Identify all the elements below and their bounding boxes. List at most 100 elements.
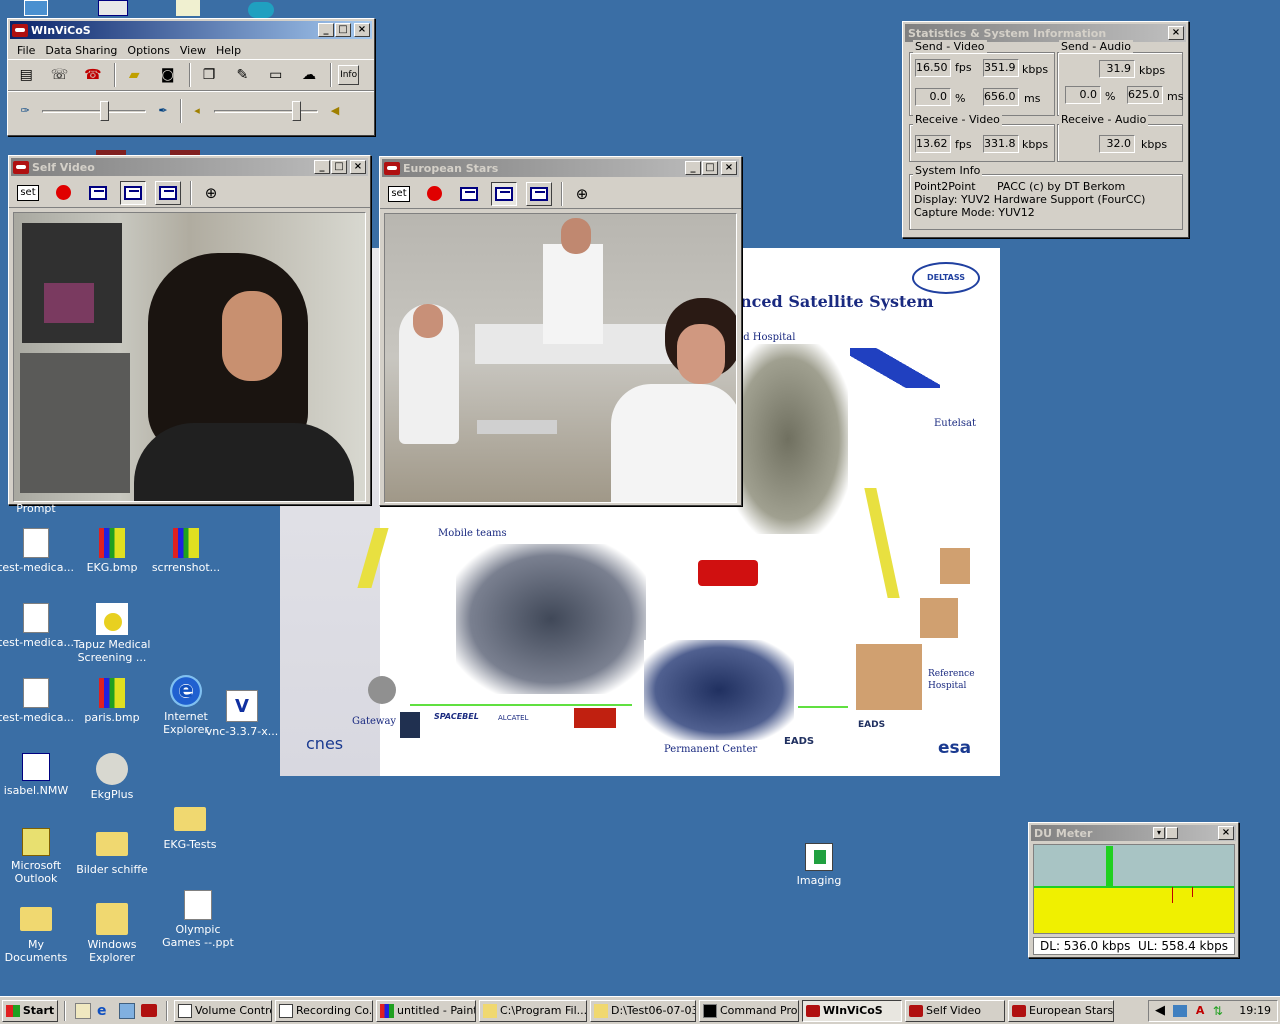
desktop-icon-ekgplus[interactable]: EkgPlus: [72, 753, 152, 801]
maximize-button[interactable]: □: [331, 160, 347, 174]
desktop-icon-outlook[interactable]: Microsoft Outlook: [0, 828, 76, 885]
frame-medium-button[interactable]: [491, 181, 517, 206]
close-button[interactable]: ×: [721, 161, 737, 175]
nurse-right-uniform: [611, 384, 736, 502]
whiteboard-icon[interactable]: ✎: [230, 63, 254, 87]
acrobat-icon[interactable]: A: [1196, 1004, 1205, 1017]
taskbar-paint[interactable]: untitled - Paint: [376, 999, 476, 1022]
chat-icon[interactable]: ☁: [297, 63, 321, 87]
taskbar-command-prompt[interactable]: Command Pro...: [699, 999, 799, 1022]
maximize-button[interactable]: □: [702, 161, 718, 175]
du-meter-titlebar[interactable]: DU Meter ▾ ×: [1031, 825, 1236, 841]
winvicos-app-icon: [806, 1004, 820, 1017]
kbps-unit: kbps: [1022, 138, 1049, 151]
desktop-icon-my-documents[interactable]: My Documents: [0, 903, 76, 964]
speaker-icon[interactable]: ◀: [1155, 1003, 1165, 1018]
close-button[interactable]: ×: [354, 23, 370, 37]
hangup-icon[interactable]: ☎: [81, 63, 105, 87]
pin-button[interactable]: [1166, 827, 1178, 839]
desktop-icon-partial[interactable]: [176, 0, 200, 16]
taskbar-program-files[interactable]: C:\Program Fil...: [479, 999, 587, 1022]
desktop-icon-imaging[interactable]: Imaging: [779, 843, 859, 887]
taskbar-separator: [166, 1000, 168, 1021]
screen-share-icon[interactable]: ▭: [264, 63, 288, 87]
desktop-icon-tapuz[interactable]: Tapuz Medical Screening ...: [72, 603, 152, 664]
desktop-icon-olympic-games[interactable]: Olympic Games --.ppt: [158, 890, 238, 949]
documents-icon[interactable]: ❐: [197, 63, 221, 87]
phonebook-icon[interactable]: ▤: [14, 63, 38, 87]
desktop-icon-paris-bmp[interactable]: paris.bmp: [72, 678, 152, 724]
desktop-icon-windows-explorer[interactable]: Windows Explorer: [72, 903, 152, 964]
frame-large-button[interactable]: [155, 180, 181, 205]
desktop-icon-test-medica-3[interactable]: test-medica...: [0, 678, 76, 724]
desktop-icon-partial[interactable]: [248, 2, 274, 18]
menu-button[interactable]: ▾: [1153, 827, 1165, 839]
close-button[interactable]: ×: [1218, 826, 1234, 840]
frame-small-button[interactable]: [85, 181, 111, 205]
mic-low-icon: ✑: [20, 104, 30, 117]
start-button[interactable]: Start: [2, 999, 58, 1022]
desktop-icon-ekg-bmp[interactable]: EKG.bmp: [72, 528, 152, 574]
camera-icon[interactable]: ◙: [155, 63, 179, 87]
info-button[interactable]: Info: [338, 65, 359, 85]
imaging-shortcut-icon: [805, 843, 833, 871]
desktop-icon-partial[interactable]: [98, 0, 128, 16]
minimize-button[interactable]: _: [685, 161, 701, 175]
open-folder-icon[interactable]: ▰: [122, 63, 146, 87]
outlook-express-icon[interactable]: [119, 1002, 135, 1019]
speaker-low-icon: ◂: [194, 104, 200, 117]
connect-icon[interactable]: ☏: [47, 63, 71, 87]
receive-video-fps: 13.62: [915, 135, 951, 153]
show-desktop-icon[interactable]: [75, 1002, 91, 1019]
zoom-1to1-button[interactable]: ⊕: [198, 181, 224, 205]
self-video-titlebar[interactable]: Self Video _ □ ×: [11, 158, 368, 176]
desktop-icon-partial[interactable]: [24, 0, 48, 16]
internet-explorer-icon[interactable]: e: [97, 1003, 113, 1019]
menu-help[interactable]: Help: [211, 44, 246, 57]
settings-button[interactable]: set: [15, 181, 41, 205]
taskbar-volume-control[interactable]: Volume Control: [174, 999, 272, 1022]
taskbar-recording-control[interactable]: Recording Co...: [275, 999, 373, 1022]
frame-small-button[interactable]: [456, 182, 482, 206]
desktop-icon-bilder-schiffe[interactable]: Bilder schiffe: [72, 828, 152, 876]
frame-medium-button[interactable]: [120, 180, 146, 205]
desktop-icon-vnc[interactable]: V vnc-3.3.7-x...: [202, 690, 282, 738]
du-meter-tray-icon[interactable]: ⇅: [1213, 1004, 1223, 1018]
field-hospital-photo: [728, 344, 848, 534]
desktop-icon-prompt[interactable]: Prompt: [0, 502, 76, 515]
menu-file[interactable]: File: [12, 44, 40, 57]
taskbar-winvicos[interactable]: WInViCoS: [802, 999, 902, 1022]
european-stars-titlebar[interactable]: European Stars _ □ ×: [382, 159, 739, 177]
winvicos-titlebar[interactable]: WInViCoS _ □ ×: [10, 21, 372, 39]
winvicos-quick-icon[interactable]: [141, 1004, 157, 1017]
menu-data-sharing[interactable]: Data Sharing: [40, 44, 122, 57]
desktop-icon-isabel[interactable]: isabel.NMW: [0, 753, 76, 797]
minimize-button[interactable]: _: [318, 23, 334, 37]
mic-volume-slider[interactable]: [42, 100, 146, 121]
record-button[interactable]: [50, 181, 76, 205]
frame-large-button[interactable]: [526, 181, 552, 206]
slider-thumb[interactable]: [292, 100, 301, 121]
red-tick: [1172, 887, 1173, 903]
taskbar-self-video[interactable]: Self Video: [905, 999, 1005, 1022]
network-icon[interactable]: [1173, 1004, 1188, 1017]
taskbar-european-stars[interactable]: European Stars: [1008, 999, 1114, 1022]
desktop-icon-test-medica-1[interactable]: test-medica...: [0, 528, 76, 574]
zoom-1to1-button[interactable]: ⊕: [569, 182, 595, 206]
desktop-icon-ekg-tests[interactable]: EKG-Tests: [150, 803, 230, 851]
clock[interactable]: 19:19: [1239, 1004, 1271, 1017]
close-button[interactable]: ×: [1168, 26, 1184, 40]
menu-view[interactable]: View: [175, 44, 211, 57]
desktop-icon-test-medica-2[interactable]: test-medica...: [0, 603, 76, 649]
minimize-button[interactable]: _: [314, 160, 330, 174]
maximize-button[interactable]: □: [335, 23, 351, 37]
menu-options[interactable]: Options: [122, 44, 174, 57]
taskbar-test-folder[interactable]: D:\Test06-07-03: [590, 999, 696, 1022]
record-button[interactable]: [421, 182, 447, 206]
desktop-icon-scrrenshot[interactable]: scrrenshot...: [146, 528, 226, 574]
slider-thumb[interactable]: [100, 100, 109, 121]
speaker-volume-slider[interactable]: [214, 100, 318, 121]
settings-button[interactable]: set: [386, 182, 412, 206]
record-icon: [426, 186, 442, 201]
close-button[interactable]: ×: [350, 160, 366, 174]
